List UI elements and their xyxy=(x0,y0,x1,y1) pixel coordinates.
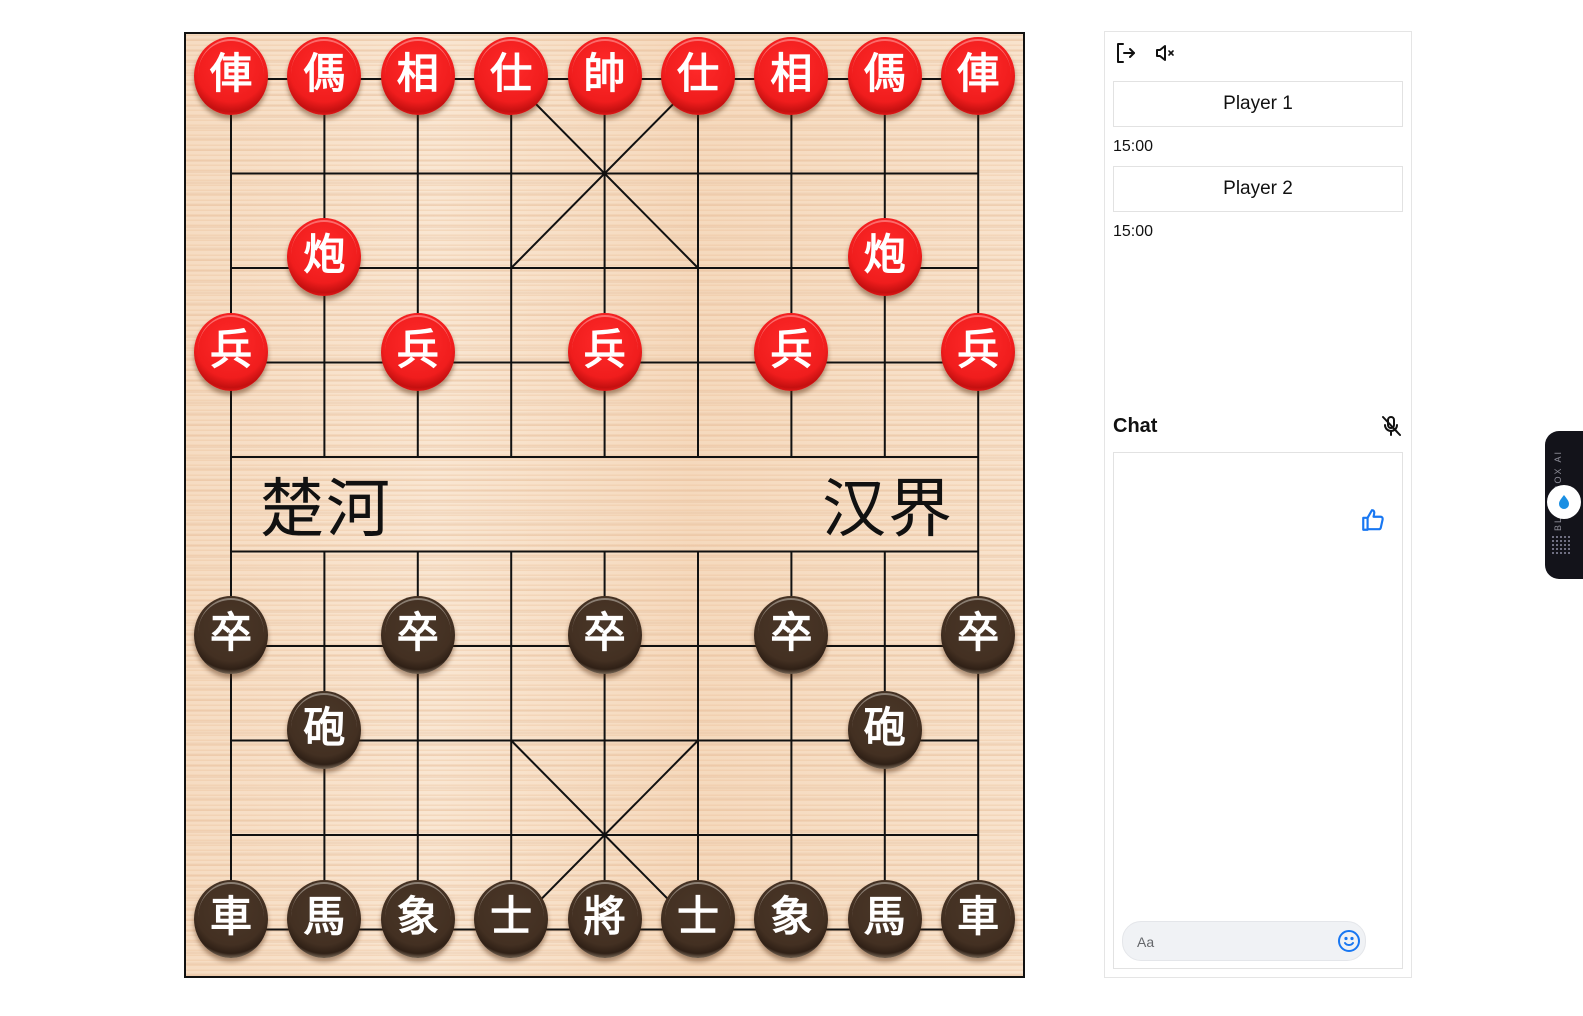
emoji-icon[interactable] xyxy=(1337,929,1361,953)
side-panel: Player 1 15:00 Player 2 15:00 Chat xyxy=(1104,31,1412,978)
piece-black[interactable]: 砲 xyxy=(847,690,922,771)
piece-label: 俥 xyxy=(209,49,252,98)
xiangqi-board[interactable]: 楚河 汉界 俥傌相仕帥仕相傌俥炮炮兵兵兵兵兵卒卒卒卒卒砲砲車馬象士將士象馬車 xyxy=(184,32,1025,978)
player-1-timer: 15:00 xyxy=(1113,138,1154,155)
piece-label: 將 xyxy=(583,891,626,941)
chat-input[interactable] xyxy=(1135,922,1329,962)
exit-icon[interactable] xyxy=(1114,41,1138,65)
piece-label: 卒 xyxy=(770,608,813,657)
piece-label: 卒 xyxy=(396,608,439,657)
piece-label: 兵 xyxy=(396,324,439,374)
piece-label: 相 xyxy=(396,49,439,98)
piece-red[interactable]: 俥 xyxy=(194,37,268,117)
player-2-timer: 15:00 xyxy=(1113,223,1154,240)
piece-label: 兵 xyxy=(583,324,626,374)
piece-red[interactable]: 相 xyxy=(754,37,829,117)
piece-red[interactable]: 仕 xyxy=(661,37,735,117)
piece-red[interactable]: 炮 xyxy=(847,218,922,298)
piece-label: 車 xyxy=(957,891,1000,941)
piece-red[interactable]: 傌 xyxy=(847,37,922,117)
piece-red[interactable]: 炮 xyxy=(287,218,362,298)
piece-label: 仕 xyxy=(490,49,533,98)
piece-black[interactable]: 馬 xyxy=(847,879,922,960)
piece-black[interactable]: 卒 xyxy=(754,596,829,676)
player-2-name: Player 2 xyxy=(1113,166,1403,212)
piece-label: 馬 xyxy=(303,891,346,941)
piece-black[interactable]: 卒 xyxy=(567,596,642,676)
piece-red[interactable]: 傌 xyxy=(287,37,362,117)
piece-label: 俥 xyxy=(957,49,1000,98)
mic-off-icon[interactable] xyxy=(1379,414,1403,438)
piece-black[interactable]: 士 xyxy=(474,879,549,960)
piece-label: 卒 xyxy=(583,608,626,657)
piece-label: 砲 xyxy=(863,702,906,752)
thumbs-up-icon[interactable] xyxy=(1360,507,1384,531)
piece-red[interactable]: 俥 xyxy=(941,37,1016,117)
piece-black[interactable]: 車 xyxy=(941,879,1016,960)
piece-label: 車 xyxy=(209,891,252,941)
volume-mute-icon[interactable] xyxy=(1153,41,1177,65)
player-1-name: Player 1 xyxy=(1113,81,1403,127)
piece-label: 象 xyxy=(396,891,439,941)
piece-red[interactable]: 兵 xyxy=(941,312,1016,393)
piece-black[interactable]: 將 xyxy=(567,879,642,960)
piece-label: 兵 xyxy=(957,324,1000,374)
chat-input-container xyxy=(1122,921,1366,962)
piece-label: 傌 xyxy=(303,49,346,98)
piece-red[interactable]: 仕 xyxy=(474,37,549,117)
piece-red[interactable]: 相 xyxy=(380,37,455,117)
blackbox-dots-icon xyxy=(1551,535,1571,555)
piece-red[interactable]: 兵 xyxy=(567,312,642,393)
piece-label: 兵 xyxy=(209,324,252,374)
piece-red[interactable]: 兵 xyxy=(380,312,455,393)
piece-red[interactable]: 兵 xyxy=(754,312,829,393)
piece-label: 馬 xyxy=(863,891,906,941)
piece-label: 卒 xyxy=(957,608,1000,657)
piece-label: 仕 xyxy=(676,49,719,98)
piece-black[interactable]: 卒 xyxy=(380,596,455,676)
piece-label: 傌 xyxy=(863,49,906,98)
piece-black[interactable]: 砲 xyxy=(287,690,362,771)
piece-label: 炮 xyxy=(303,230,346,279)
river-label-chu-he: 楚河 xyxy=(260,473,392,547)
river-label-han-jie: 汉界 xyxy=(822,473,954,547)
piece-label: 相 xyxy=(770,49,813,98)
piece-black[interactable]: 象 xyxy=(754,879,829,960)
piece-label: 象 xyxy=(770,891,813,941)
blackbox-ai-widget[interactable]: BLACKBOX AI xyxy=(1545,431,1583,579)
piece-black[interactable]: 車 xyxy=(194,879,268,960)
piece-black[interactable]: 卒 xyxy=(194,596,268,676)
piece-label: 砲 xyxy=(303,702,346,752)
piece-red[interactable]: 兵 xyxy=(194,312,268,393)
blackbox-logo-icon xyxy=(1547,485,1581,519)
piece-label: 兵 xyxy=(770,324,813,374)
piece-label: 士 xyxy=(490,891,533,941)
piece-label: 帥 xyxy=(583,49,626,98)
piece-red[interactable]: 帥 xyxy=(567,37,642,117)
piece-label: 炮 xyxy=(863,230,906,279)
piece-label: 卒 xyxy=(209,608,252,657)
piece-label: 士 xyxy=(676,891,719,941)
piece-black[interactable]: 卒 xyxy=(941,596,1016,676)
piece-black[interactable]: 士 xyxy=(661,879,735,960)
piece-black[interactable]: 馬 xyxy=(287,879,362,960)
piece-black[interactable]: 象 xyxy=(380,879,455,960)
chat-title: Chat xyxy=(1113,415,1158,437)
